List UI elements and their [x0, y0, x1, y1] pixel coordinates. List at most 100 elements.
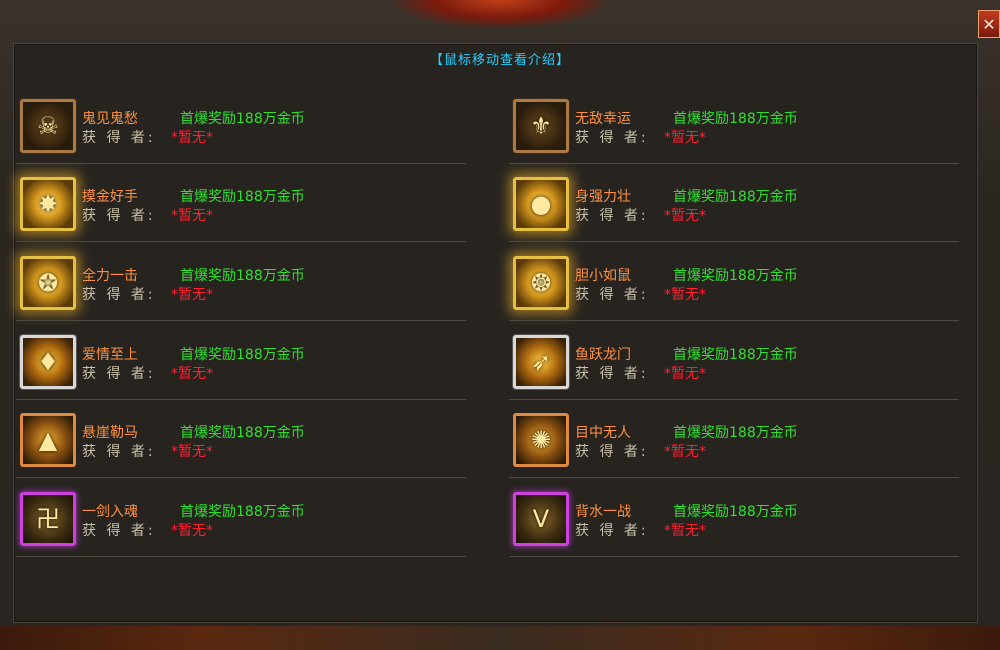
achievement-item: ● 身强力壮 首爆奖励188万金币获 得 者: *暂无*: [509, 173, 959, 243]
achievement-reward: 首爆奖励188万金币: [180, 189, 305, 205]
achievement-name[interactable]: 背水一战: [575, 501, 631, 521]
achievement-icon-frame[interactable]: ➶: [513, 335, 569, 389]
achievement-name[interactable]: 鱼跃龙门: [575, 344, 631, 364]
achievement-reward: 首爆奖励188万金币: [180, 504, 305, 520]
achievement-item: ✺ 目中无人 首爆奖励188万金币获 得 者: *暂无*: [509, 409, 959, 479]
skull-icon: ☠: [37, 112, 59, 140]
achievement-item: 卍 一剑入魂 首爆奖励188万金币获 得 者: *暂无*: [16, 488, 466, 558]
achievement-item: ▲ 悬崖勒马 首爆奖励188万金币获 得 者: *暂无*: [16, 409, 466, 479]
achievement-icon-frame[interactable]: ✺: [513, 413, 569, 467]
row-divider: [16, 241, 466, 243]
row-divider: [509, 399, 959, 401]
achievement-icon-frame[interactable]: ✸: [20, 177, 76, 231]
achievement-icon-frame[interactable]: ☠: [20, 99, 76, 153]
achievement-icon-frame[interactable]: ⚜: [513, 99, 569, 153]
swastika-rune-icon: 卍: [36, 505, 60, 533]
owner-value: *暂无*: [664, 523, 706, 539]
owner-value: *暂无*: [171, 366, 213, 382]
top-ornament: [395, 0, 605, 28]
achievement-name[interactable]: 目中无人: [575, 422, 631, 442]
row-divider: [16, 556, 466, 558]
owner-label: 获 得 者:: [575, 130, 649, 146]
owner-label: 获 得 者:: [82, 208, 156, 224]
owner-value: *暂无*: [171, 208, 213, 224]
row-divider: [509, 556, 959, 558]
achievement-reward: 首爆奖励188万金币: [673, 347, 798, 363]
owner-label: 获 得 者:: [575, 208, 649, 224]
hover-hint: 【鼠标移动查看介绍】: [429, 53, 570, 68]
achievement-name[interactable]: 一剑入魂: [82, 501, 138, 521]
owner-value: *暂无*: [171, 523, 213, 539]
owner-label: 获 得 者:: [575, 444, 649, 460]
achievement-name[interactable]: 鬼见鬼愁: [82, 108, 138, 128]
achievement-name[interactable]: 身强力壮: [575, 186, 631, 206]
achievement-reward: 首爆奖励188万金币: [673, 268, 798, 284]
treasure-icon: ❂: [530, 269, 552, 297]
achievement-reward: 首爆奖励188万金币: [180, 347, 305, 363]
achievement-item: ✸ 摸金好手 首爆奖励188万金币获 得 者: *暂无*: [16, 173, 466, 243]
row-divider: [509, 320, 959, 322]
achievement-icon-frame[interactable]: ♦: [20, 335, 76, 389]
achievement-item: ✪ 全力一击 首爆奖励188万金币获 得 者: *暂无*: [16, 252, 466, 322]
achievement-reward: 首爆奖励188万金币: [673, 425, 798, 441]
dragon-icon: ➶: [530, 348, 552, 376]
achievement-item: ➶ 鱼跃龙门 首爆奖励188万金币获 得 者: *暂无*: [509, 331, 959, 401]
achievement-name[interactable]: 胆小如鼠: [575, 265, 631, 285]
achievement-reward: 首爆奖励188万金币: [673, 189, 798, 205]
achievement-icon-frame[interactable]: ❂: [513, 256, 569, 310]
owner-label: 获 得 者:: [82, 366, 156, 382]
owner-value: *暂无*: [664, 444, 706, 460]
achievement-item: ♦ 爱情至上 首爆奖励188万金币获 得 者: *暂无*: [16, 331, 466, 401]
beast-icon: ✪: [37, 269, 59, 297]
achievement-icon-frame[interactable]: ✪: [20, 256, 76, 310]
row-divider: [16, 163, 466, 165]
achievement-icon-frame[interactable]: ●: [513, 177, 569, 231]
achievement-name[interactable]: 悬崖勒马: [82, 422, 138, 442]
owner-label: 获 得 者:: [82, 444, 156, 460]
achievement-item: ❂ 胆小如鼠 首爆奖励188万金币获 得 者: *暂无*: [509, 252, 959, 322]
row-divider: [16, 477, 466, 479]
owner-label: 获 得 者:: [82, 523, 156, 539]
achievement-item: ☠ 鬼见鬼愁 首爆奖励188万金币获 得 者: *暂无*: [16, 95, 466, 165]
row-divider: [509, 477, 959, 479]
owner-value: *暂无*: [664, 366, 706, 382]
owner-label: 获 得 者:: [575, 366, 649, 382]
owner-label: 获 得 者:: [82, 130, 156, 146]
owner-value: *暂无*: [171, 130, 213, 146]
achievement-reward: 首爆奖励188万金币: [673, 111, 798, 127]
owner-value: *暂无*: [664, 130, 706, 146]
window-frame: ✕ 【鼠标移动查看介绍】 ☠ 鬼见鬼愁 首爆奖励188万金币获 得 者: *暂无* ⚜ 无…: [0, 0, 1000, 650]
achievement-icon-frame[interactable]: 卍: [20, 492, 76, 546]
owner-value: *暂无*: [664, 287, 706, 303]
owner-label: 获 得 者:: [575, 523, 649, 539]
burst-icon: ✸: [37, 190, 59, 218]
owner-label: 获 得 者:: [575, 287, 649, 303]
row-divider: [509, 241, 959, 243]
close-button[interactable]: ✕: [978, 10, 1000, 38]
spiral-rune-icon: ✺: [530, 426, 552, 454]
achievement-name[interactable]: 无敌幸运: [575, 108, 631, 128]
achievement-name[interactable]: 摸金好手: [82, 186, 138, 206]
achievement-reward: 首爆奖励188万金币: [180, 425, 305, 441]
bottom-ornament: [0, 626, 1000, 650]
achievement-name[interactable]: 爱情至上: [82, 344, 138, 364]
emblem-icon: ⚜: [530, 112, 552, 140]
v-shield-icon: V: [532, 505, 550, 533]
row-divider: [16, 320, 466, 322]
triangle-rune-icon: ▲: [38, 426, 58, 454]
heart-gem-icon: ♦: [37, 348, 59, 376]
close-icon: ✕: [982, 14, 996, 34]
achievement-reward: 首爆奖励188万金币: [673, 504, 798, 520]
orb-icon: ●: [530, 190, 552, 218]
achievement-name[interactable]: 全力一击: [82, 265, 138, 285]
achievement-item: V 背水一战 首爆奖励188万金币获 得 者: *暂无*: [509, 488, 959, 558]
row-divider: [16, 399, 466, 401]
achievement-reward: 首爆奖励188万金币: [180, 268, 305, 284]
achievement-icon-frame[interactable]: ▲: [20, 413, 76, 467]
achievement-icon-frame[interactable]: V: [513, 492, 569, 546]
achievement-reward: 首爆奖励188万金币: [180, 111, 305, 127]
achievement-item: ⚜ 无敌幸运 首爆奖励188万金币获 得 者: *暂无*: [509, 95, 959, 165]
owner-label: 获 得 者:: [82, 287, 156, 303]
owner-value: *暂无*: [171, 287, 213, 303]
row-divider: [509, 163, 959, 165]
